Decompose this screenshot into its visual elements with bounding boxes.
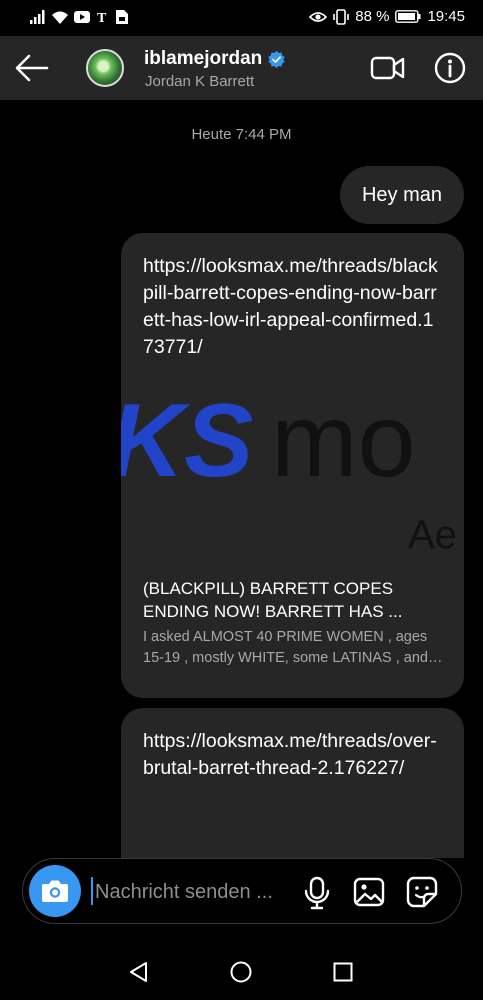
back-arrow-icon[interactable] bbox=[14, 52, 50, 84]
message-composer bbox=[22, 858, 462, 924]
battery-icon bbox=[395, 10, 421, 23]
camera-button[interactable] bbox=[29, 865, 81, 917]
chat-header: iblamejordan Jordan K Barrett bbox=[0, 36, 483, 100]
username[interactable]: iblamejordan bbox=[144, 48, 285, 70]
link-message-card[interactable]: https://looksmax.me/threads/blackpill-ba… bbox=[121, 233, 464, 698]
youtube-icon bbox=[74, 11, 90, 23]
camera-icon bbox=[42, 880, 68, 902]
clock: 19:45 bbox=[427, 8, 465, 25]
svg-text:T: T bbox=[97, 11, 107, 24]
eye-icon bbox=[309, 11, 328, 22]
microphone-icon[interactable] bbox=[303, 876, 331, 910]
status-right: 88 % 19:45 bbox=[309, 8, 465, 25]
avatar[interactable] bbox=[86, 49, 124, 87]
message-input[interactable] bbox=[93, 872, 297, 912]
username-text: iblamejordan bbox=[144, 48, 263, 69]
gallery-icon[interactable] bbox=[353, 877, 385, 907]
link-url[interactable]: https://looksmax.me/threads/blackpill-ba… bbox=[143, 253, 443, 361]
link-message-card[interactable]: https://looksmax.me/threads/over-brutal-… bbox=[121, 708, 464, 858]
nav-back-icon[interactable] bbox=[128, 961, 150, 983]
nyt-icon: T bbox=[97, 11, 107, 24]
nav-home-icon[interactable] bbox=[230, 961, 252, 983]
logo-text-left: KS bbox=[121, 383, 253, 499]
logo-text-right: mo bbox=[271, 383, 415, 499]
message-bubble[interactable]: Hey man bbox=[339, 166, 464, 224]
video-call-icon[interactable] bbox=[370, 54, 406, 82]
signal-icon bbox=[30, 10, 45, 24]
sim-icon bbox=[116, 10, 128, 24]
wifi-icon bbox=[52, 11, 68, 24]
sticker-icon[interactable] bbox=[406, 876, 438, 908]
link-preview-title: (BLACKPILL) BARRETT COPES ENDING NOW! BA… bbox=[143, 579, 403, 621]
link-preview-description: I asked ALMOST 40 PRIME WOMEN , ages 15-… bbox=[143, 629, 428, 666]
info-icon[interactable] bbox=[434, 52, 466, 84]
verified-badge-icon bbox=[268, 50, 285, 68]
link-url[interactable]: https://looksmax.me/threads/over-brutal-… bbox=[143, 728, 443, 782]
battery-percent: 88 % bbox=[355, 8, 390, 25]
nav-recent-apps-icon[interactable] bbox=[333, 962, 353, 982]
system-navigation-bar bbox=[0, 940, 483, 1000]
thread-timestamp: Heute 7:44 PM bbox=[191, 126, 292, 143]
vibrate-icon bbox=[333, 8, 350, 25]
site-logo-image: KS mo Ae bbox=[121, 378, 464, 558]
logo-text-sub: Ae bbox=[408, 513, 457, 557]
status-bar: T 88 % 19:45 bbox=[0, 0, 483, 36]
full-name: Jordan K Barrett bbox=[145, 73, 255, 90]
status-left-icons: T bbox=[30, 10, 128, 24]
